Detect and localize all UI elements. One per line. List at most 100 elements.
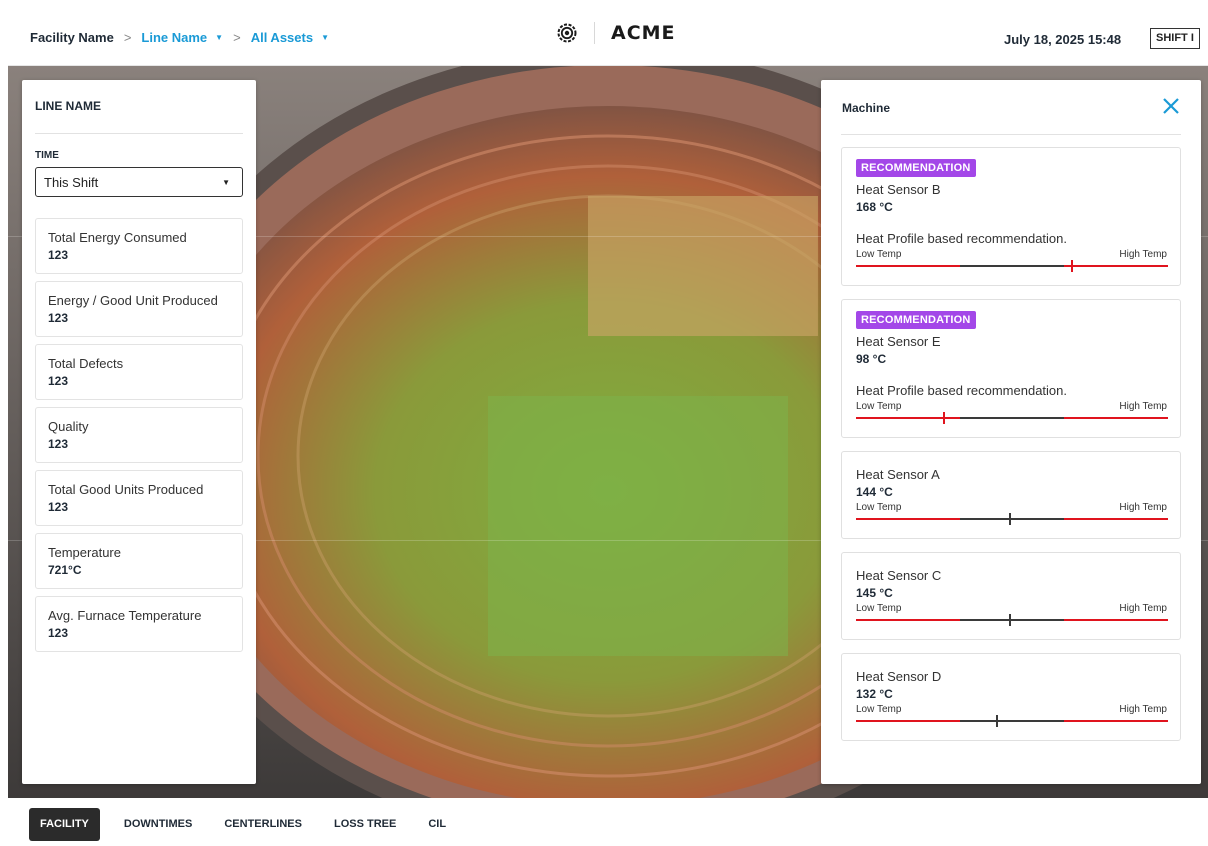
tab-centerlines[interactable]: CENTERLINES: [213, 808, 313, 841]
metric-card: Total Defects 123: [35, 344, 243, 400]
close-icon[interactable]: [1161, 96, 1181, 116]
sensor-name: Heat Sensor A: [856, 467, 940, 482]
temperature-range-bar: [856, 715, 1168, 727]
sensor-card[interactable]: RECOMMENDATION Heat Sensor E 98 °C Heat Pro…: [841, 299, 1181, 438]
line-summary-panel: LINE NAME TIME This Shift ▼ Total Energy…: [22, 80, 256, 784]
low-temp-label: Low Temp: [856, 502, 902, 513]
breadcrumb-assets-label: All Assets: [250, 30, 314, 45]
range-low-segment: [856, 265, 960, 267]
current-datetime: July 18, 2025 15:48: [1004, 32, 1122, 47]
range-high-segment: [1064, 417, 1168, 419]
sensor-card[interactable]: Heat Sensor D 132 °C Low Temp High Temp: [841, 653, 1181, 741]
temperature-marker: [943, 412, 945, 424]
brand-name: ACME: [611, 22, 676, 44]
sensor-temperature: 144 °C: [856, 485, 893, 499]
metric-label: Avg. Furnace Temperature: [48, 608, 202, 623]
breadcrumb-separator: >: [233, 30, 241, 45]
metric-card: Avg. Furnace Temperature 123: [35, 596, 243, 652]
metric-value: 123: [48, 437, 69, 451]
range-high-segment: [1064, 518, 1168, 520]
tab-downtimes[interactable]: DOWNTIMES: [113, 808, 203, 841]
sensor-name: Heat Sensor B: [856, 182, 941, 197]
metric-card: Quality 123: [35, 407, 243, 463]
metric-value: 123: [48, 311, 69, 325]
sensor-card[interactable]: RECOMMENDATION Heat Sensor B 168 °C Heat Pr…: [841, 147, 1181, 286]
time-select[interactable]: This Shift ▼: [35, 167, 243, 197]
sensor-name: Heat Sensor E: [856, 334, 941, 349]
sensor-temperature: 168 °C: [856, 200, 893, 214]
time-label: TIME: [35, 150, 59, 161]
card-spacer: [856, 727, 1167, 740]
range-high-segment: [1064, 265, 1168, 267]
top-bar: Facility Name > Line Name ▼ > All Assets…: [8, 8, 1208, 66]
temperature-range-bar: [856, 513, 1168, 525]
high-temp-label: High Temp: [1119, 603, 1167, 614]
temperature-marker: [996, 715, 998, 727]
metric-value: 123: [48, 248, 69, 262]
metric-label: Temperature: [48, 545, 121, 560]
shift-button[interactable]: SHIFT I: [1150, 28, 1200, 49]
breadcrumb-separator: >: [123, 30, 132, 45]
range-labels: Low Temp High Temp: [856, 249, 1167, 260]
metric-card: Temperature 721°C: [35, 533, 243, 589]
sensor-name: Heat Sensor D: [856, 669, 942, 684]
metric-label: Quality: [48, 419, 89, 434]
low-temp-label: Low Temp: [856, 401, 902, 412]
panel-title: LINE NAME: [35, 80, 243, 134]
metric-card: Energy / Good Unit Produced 123: [35, 281, 243, 337]
high-temp-label: High Temp: [1119, 401, 1167, 412]
range-mid-segment: [960, 720, 1064, 722]
range-labels: Low Temp High Temp: [856, 603, 1167, 614]
high-temp-label: High Temp: [1119, 704, 1167, 715]
recommendation-text: Heat Profile based recommendation.: [856, 231, 1068, 246]
temperature-marker: [1009, 614, 1011, 626]
range-mid-segment: [960, 265, 1064, 267]
caret-down-icon: ▼: [222, 177, 230, 187]
card-spacer: [856, 424, 1167, 437]
range-mid-segment: [960, 518, 1064, 520]
temperature-range-bar: [856, 260, 1168, 272]
sensor-card[interactable]: Heat Sensor A 144 °C Low Temp High Temp: [841, 451, 1181, 539]
logo: ACME: [556, 22, 676, 44]
sensor-card[interactable]: Heat Sensor C 145 °C Low Temp High Temp: [841, 552, 1181, 640]
breadcrumb-facility[interactable]: Facility Name: [30, 30, 114, 45]
breadcrumb-line-dropdown[interactable]: Line Name ▼: [141, 30, 223, 45]
metric-label: Total Good Units Produced: [48, 482, 204, 497]
sensor-temperature: 145 °C: [856, 586, 893, 600]
machine-panel-header: Machine: [841, 80, 1181, 135]
tab-loss-tree[interactable]: LOSS TREE: [323, 808, 407, 841]
metrics-list: Total Energy Consumed 123 Energy / Good Un…: [35, 218, 243, 652]
caret-down-icon: ▼: [215, 33, 224, 42]
sensor-list: RECOMMENDATION Heat Sensor B 168 °C Heat Pr…: [841, 147, 1181, 741]
metric-card: Total Good Units Produced 123: [35, 470, 243, 526]
breadcrumb-assets-dropdown[interactable]: All Assets ▼: [251, 30, 329, 45]
gear-logo-icon: [557, 23, 577, 43]
metric-value: 721°C: [48, 563, 82, 577]
metric-value: 123: [48, 374, 69, 388]
range-low-segment: [856, 720, 960, 722]
bottom-tab-bar: FACILITY DOWNTIMES CENTERLINES LOSS TREE CIL: [29, 808, 467, 841]
tab-cil[interactable]: CIL: [417, 808, 457, 841]
sensor-name: Heat Sensor C: [856, 568, 942, 583]
metric-label: Total Energy Consumed: [48, 230, 187, 245]
low-temp-label: Low Temp: [856, 249, 902, 260]
breadcrumb-line-label: Line Name: [141, 30, 208, 45]
range-labels: Low Temp High Temp: [856, 704, 1167, 715]
machine-panel-title: Machine: [842, 101, 891, 115]
card-spacer: [856, 626, 1167, 639]
low-temp-label: Low Temp: [856, 704, 902, 715]
time-select-value: This Shift: [44, 174, 99, 190]
metric-card: Total Energy Consumed 123: [35, 218, 243, 274]
recommendation-badge: RECOMMENDATION: [856, 159, 976, 177]
range-low-segment: [856, 619, 960, 621]
tab-facility[interactable]: FACILITY: [29, 808, 100, 841]
low-temp-label: Low Temp: [856, 603, 902, 614]
range-high-segment: [1064, 619, 1168, 621]
range-mid-segment: [960, 619, 1064, 621]
temperature-marker: [1071, 260, 1073, 272]
range-labels: Low Temp High Temp: [856, 502, 1167, 513]
logo-divider: [594, 22, 595, 44]
caret-down-icon: ▼: [321, 33, 329, 42]
range-labels: Low Temp High Temp: [856, 401, 1167, 412]
metric-label: Total Defects: [48, 356, 124, 371]
